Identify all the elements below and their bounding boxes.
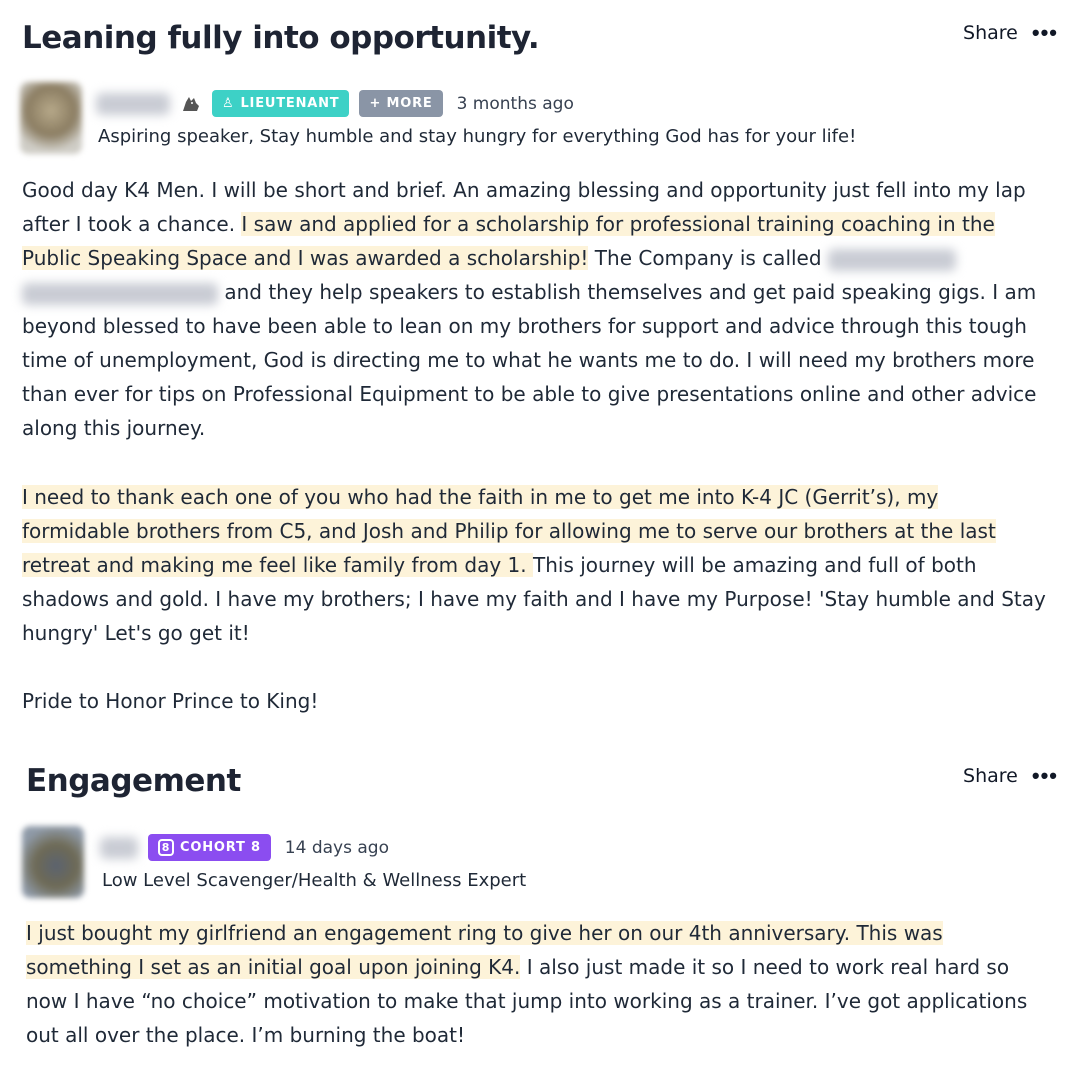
share-button[interactable]: Share: [963, 765, 1018, 787]
rank-badge-label: LIEUTENANT: [240, 96, 340, 111]
redacted-company-name: [22, 282, 218, 305]
post-body: Good day K4 Men. I will be short and bri…: [22, 173, 1052, 445]
share-button[interactable]: Share: [963, 22, 1018, 44]
rank-badge[interactable]: ♙ LIEUTENANT: [212, 90, 350, 117]
more-badges-button[interactable]: + MORE: [359, 90, 443, 117]
cohort-number-icon: 8: [158, 839, 174, 856]
author-tagline: Aspiring speaker, Stay humble and stay h…: [98, 126, 857, 147]
post-body: I just bought my girlfriend an engagemen…: [26, 916, 1052, 1052]
post-timestamp[interactable]: 14 days ago: [285, 838, 389, 858]
post-body-para-3: Pride to Honor Prince to King!: [22, 689, 319, 713]
author-meta-row: 8 COHORT 8 14 days ago: [100, 834, 389, 861]
cohort-badge[interactable]: 8 COHORT 8: [148, 834, 271, 861]
paragraph-1: Good day K4 Men. I will be short and bri…: [22, 173, 1052, 445]
author-name[interactable]: [100, 836, 138, 859]
avatar[interactable]: [22, 826, 84, 898]
cohort-badge-label: COHORT 8: [180, 840, 261, 855]
post-card-2: Engagement Share ••• 8 COHORT 8 14 days …: [0, 740, 1080, 1080]
soldier-icon: ♙: [222, 96, 235, 111]
author-meta-row: ♙ LIEUTENANT + MORE 3 months ago: [96, 90, 574, 117]
author-name[interactable]: [96, 92, 170, 115]
post-title[interactable]: Leaning fully into opportunity.: [22, 20, 540, 56]
post-card-1: Leaning fully into opportunity. Share ••…: [0, 0, 1080, 740]
post-timestamp[interactable]: 3 months ago: [457, 94, 574, 114]
post-title[interactable]: Engagement: [26, 763, 241, 799]
post-body-para-2: I need to thank each one of you who had …: [22, 480, 1052, 650]
author-tagline: Low Level Scavenger/Health & Wellness Ex…: [102, 870, 527, 891]
post-actions: Share •••: [963, 22, 1058, 45]
wolf-icon: [180, 93, 202, 115]
more-options-icon[interactable]: •••: [1032, 22, 1058, 44]
body-text-segment: The Company is called: [588, 246, 828, 270]
avatar[interactable]: [20, 82, 82, 154]
more-options-icon[interactable]: •••: [1032, 765, 1058, 787]
post-actions: Share •••: [963, 765, 1058, 788]
redacted-company-name: [827, 248, 956, 271]
